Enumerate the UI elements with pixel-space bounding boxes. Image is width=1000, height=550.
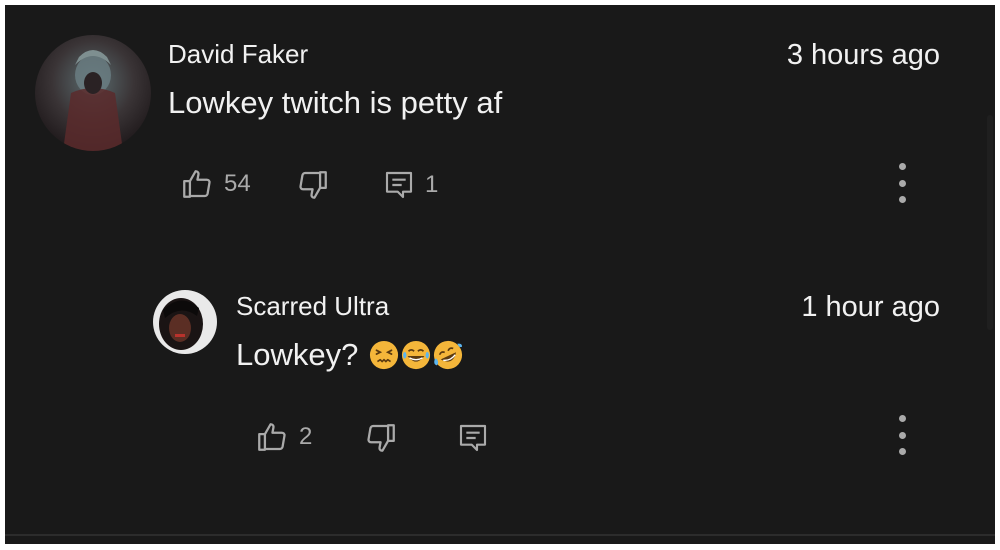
comment-author[interactable]: David Faker bbox=[168, 39, 308, 70]
reply-comment-icon bbox=[385, 171, 413, 199]
like-button[interactable]: 2 bbox=[255, 420, 312, 454]
dislike-button[interactable] bbox=[296, 168, 330, 202]
comment-section: David Faker 3 hours ago Lowkey twitch is… bbox=[5, 5, 995, 544]
avatar[interactable] bbox=[35, 35, 151, 151]
confounded-face-icon bbox=[369, 340, 399, 370]
reply-comment-icon bbox=[459, 424, 487, 452]
thumbs-down-icon bbox=[367, 424, 395, 452]
reply-button[interactable] bbox=[457, 421, 489, 455]
like-count: 2 bbox=[299, 423, 313, 450]
comment-timestamp[interactable]: 3 hours ago bbox=[787, 39, 940, 72]
dot bbox=[898, 196, 906, 203]
comment-text: Lowkey twitch is petty af bbox=[168, 85, 503, 120]
scrollbar[interactable] bbox=[987, 115, 993, 330]
person-avatar-icon bbox=[159, 298, 203, 350]
thumbs-up-icon bbox=[258, 423, 286, 451]
dot bbox=[898, 163, 906, 170]
like-count: 54 bbox=[224, 170, 251, 197]
reply-timestamp[interactable]: 1 hour ago bbox=[801, 291, 940, 324]
dot bbox=[898, 448, 906, 455]
reply-button[interactable]: 1 bbox=[383, 168, 438, 202]
face-with-tears-of-joy-icon bbox=[401, 340, 431, 370]
avatar-image-icon bbox=[63, 50, 123, 151]
like-button[interactable]: 54 bbox=[180, 167, 251, 201]
reply-text-line: Lowkey? bbox=[236, 337, 463, 373]
more-options-icon[interactable] bbox=[892, 415, 912, 455]
divider bbox=[5, 534, 995, 536]
reply-count: 1 bbox=[425, 171, 439, 198]
thumbs-up-icon bbox=[183, 170, 211, 198]
rolling-on-floor-laughing-icon bbox=[433, 340, 463, 370]
avatar[interactable] bbox=[153, 290, 217, 354]
dot bbox=[898, 431, 906, 439]
reply-text: Lowkey? bbox=[236, 337, 359, 372]
more-options-icon[interactable] bbox=[892, 163, 912, 203]
thumbs-down-icon bbox=[299, 171, 327, 199]
dislike-button[interactable] bbox=[364, 421, 398, 455]
dot bbox=[898, 415, 906, 422]
reply-author[interactable]: Scarred Ultra bbox=[236, 291, 389, 322]
dot bbox=[898, 179, 906, 187]
